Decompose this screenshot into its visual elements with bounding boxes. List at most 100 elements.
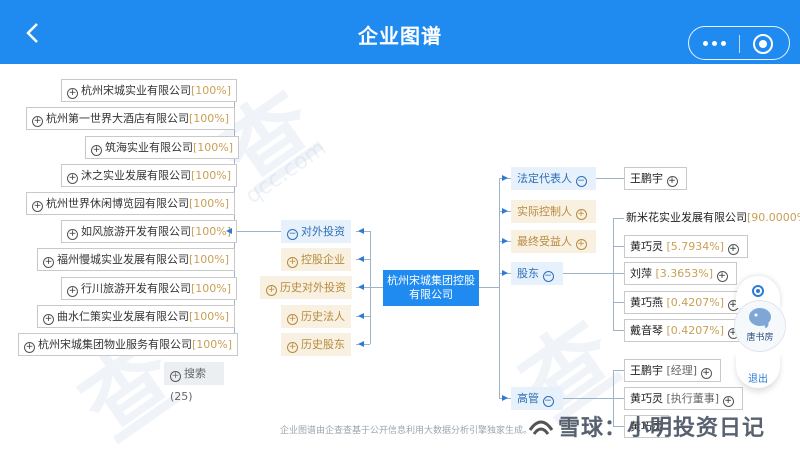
arrow-icon (358, 228, 364, 234)
center-company-node[interactable]: 杭州宋城集团控股有限公司 (383, 270, 479, 306)
arrow-icon (358, 341, 364, 347)
share-percent: [0.4207%] (666, 324, 725, 337)
investee-company[interactable]: + 行川旅游开发有限公司[100%] (61, 277, 238, 300)
label-executives[interactable]: 高管 − (511, 387, 563, 410)
company-name: 曲水仁策实业发展有限公司 (57, 310, 189, 323)
connector-line (613, 398, 624, 399)
shareholder-name: 新米花实业发展有限公司 (626, 211, 747, 224)
expand-icon: + (727, 244, 739, 255)
company-name: 杭州宋城实业有限公司 (81, 84, 191, 97)
expand-icon: + (32, 116, 43, 127)
share-percent: [100%] (191, 169, 232, 182)
share-percent: [100%] (191, 282, 232, 295)
share-percent: [100%] (189, 253, 230, 266)
arrow-icon (358, 284, 364, 290)
category-holding-companies[interactable]: + 控股企业 (281, 248, 351, 271)
connector-line (613, 330, 624, 331)
footer-note: 企业图谱由企查查基于公开信息利用大数据分析引擎独家生成。 (280, 426, 533, 436)
expand-icon: + (287, 314, 298, 325)
investee-company[interactable]: + 杭州宋城集团物业服务有限公司[100%] (18, 333, 239, 356)
search-more-button[interactable]: + 搜索(25) (164, 362, 224, 403)
investee-company[interactable]: + 如风旅游开发有限公司[100%] (61, 220, 238, 243)
category-outbound-investment[interactable]: − 对外投资 (281, 220, 351, 243)
executive[interactable]: 王鹏宇 [经理] + (624, 359, 721, 382)
share-percent: [100%] (189, 197, 230, 210)
company-name: 杭州宋城集团物业服务有限公司 (38, 338, 192, 351)
investee-company[interactable]: + 杭州世界休闲博览园有限公司[100%] (26, 192, 236, 215)
expand-icon: + (722, 396, 734, 407)
share-percent: [100%] (193, 141, 234, 154)
share-percent: [5.7934%] (666, 240, 725, 253)
label-shareholders[interactable]: 股东 − (511, 262, 563, 285)
elephant-icon (749, 308, 771, 329)
executive-name: 王鹏宇 (630, 364, 663, 377)
label-legal-representative[interactable]: 法定代表人 − (511, 167, 596, 190)
top-bar: 企业图谱 (0, 0, 800, 64)
exit-button[interactable]: 退出 (736, 352, 780, 388)
connector-line (558, 273, 613, 274)
company-name: 行川旅游开发有限公司 (81, 282, 191, 295)
more-icon[interactable] (703, 41, 727, 47)
company-name: 如风旅游开发有限公司 (81, 225, 191, 238)
collapse-icon: − (542, 271, 554, 282)
expand-icon: + (43, 314, 54, 325)
arrow-icon (502, 175, 508, 181)
logo-label: 唐书房 (746, 333, 774, 343)
category-label: 对外投资 (301, 225, 345, 238)
mini-program-capsule (688, 26, 790, 60)
label-text: 股东 (517, 267, 539, 280)
expand-icon: + (287, 342, 298, 353)
shareholder[interactable]: 刘萍 [3.3653%] + (624, 262, 737, 285)
shareholder[interactable]: 戴音琴 [0.4207%] + (624, 319, 748, 342)
investee-company[interactable]: + 筑海实业有限公司[100%] (85, 136, 240, 159)
legal-rep-person[interactable]: 王鹏宇 + (624, 167, 687, 190)
xueqiu-watermark: 雪球：小明投资日记 (528, 410, 765, 442)
company-name: 沐之实业发展有限公司 (81, 169, 191, 182)
expand-icon: + (266, 285, 277, 296)
gear-icon[interactable] (749, 282, 767, 300)
connector-line (613, 370, 624, 371)
category-historical-investment[interactable]: + 历史对外投资 (260, 276, 352, 299)
investee-company[interactable]: + 杭州宋城实业有限公司[100%] (61, 79, 238, 102)
expand-icon: + (67, 286, 78, 297)
tangshufang-logo[interactable]: 唐书房 (734, 300, 786, 352)
label-text: 法定代表人 (517, 172, 572, 185)
expand-icon: + (700, 368, 712, 379)
label-text: 实际控制人 (517, 205, 572, 218)
executive-role: [执行董事] (666, 392, 720, 405)
category-historical-legal-rep[interactable]: + 历史法人 (281, 305, 351, 328)
shareholder[interactable]: 新米花实业发展有限公司[90.0000%] (624, 207, 800, 230)
expand-icon: + (32, 201, 43, 212)
expand-icon: + (67, 88, 78, 99)
executive[interactable]: 黄巧灵 [执行董事] + (624, 387, 743, 410)
share-percent: [90.0000%] (747, 211, 800, 224)
arrow-icon (358, 313, 364, 319)
connector-line (613, 218, 614, 330)
person-name: 王鹏宇 (630, 172, 663, 185)
share-percent: [100%] (191, 84, 232, 97)
label-ultimate-beneficiary[interactable]: 最终受益人 + (511, 230, 596, 253)
connector-line (613, 273, 624, 274)
expand-icon: + (24, 342, 35, 353)
investee-company[interactable]: + 杭州第一世界大酒店有限公司[100%] (26, 107, 236, 130)
category-historical-shareholders[interactable]: + 历史股东 (281, 333, 351, 356)
label-actual-controller[interactable]: 实际控制人 + (511, 200, 596, 223)
close-mini-program-icon[interactable] (753, 34, 773, 54)
shareholder[interactable]: 黄巧灵 [5.7934%] + (624, 235, 748, 258)
share-percent: [0.4207%] (666, 296, 725, 309)
watermark-url: qcc.com (241, 135, 331, 210)
expand-icon: + (43, 257, 54, 268)
arrow-icon (358, 256, 364, 262)
category-label: 历史对外投资 (280, 281, 346, 294)
exit-label: 退出 (748, 374, 768, 385)
share-percent: [3.3653%] (655, 267, 714, 280)
expand-icon: + (287, 257, 298, 268)
collapse-icon: − (287, 229, 298, 240)
investee-company[interactable]: + 曲水仁策实业发展有限公司[100%] (37, 305, 236, 328)
shareholder-name: 戴音琴 (630, 324, 663, 337)
expand-icon: + (67, 173, 78, 184)
investee-company[interactable]: + 福州慢城实业发展有限公司[100%] (37, 248, 236, 271)
snowball-logo-icon (528, 420, 554, 435)
shareholder[interactable]: 黄巧燕 [0.4207%] + (624, 291, 748, 314)
investee-company[interactable]: + 沐之实业发展有限公司[100%] (61, 164, 238, 187)
